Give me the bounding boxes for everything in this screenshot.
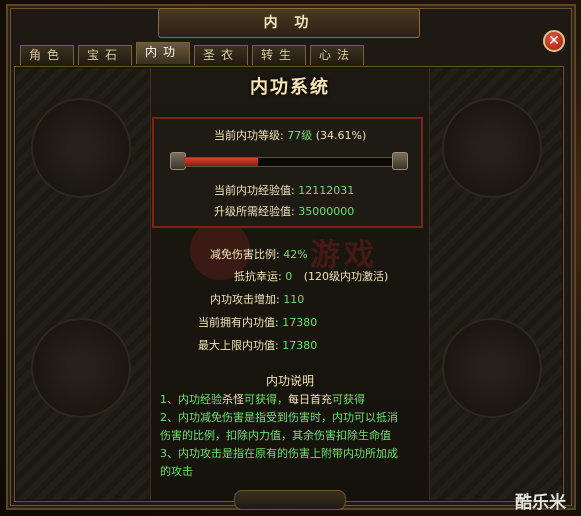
- tab-rebirth[interactable]: 转生: [252, 45, 306, 65]
- bottom-ornament-icon: [234, 490, 346, 510]
- panel-heading: 内功系统: [250, 77, 330, 98]
- level-progress-bar: [170, 150, 408, 172]
- description-line-1: 1、内功经验杀怪可获得，每日首充可获得: [160, 393, 365, 406]
- site-watermark: 酷乐米: [515, 493, 566, 513]
- tab-character[interactable]: 角色: [20, 45, 74, 65]
- max-neigong-row: 最大上限内功值: 17380: [198, 339, 318, 352]
- attack-row: 内功攻击增加: 110: [210, 293, 305, 306]
- level-row: 当前内功等级: 77级 (34.61%): [214, 129, 367, 142]
- ornament-icon: [31, 98, 131, 198]
- ornament-icon: [442, 98, 542, 198]
- description-line-2: 2、内功减免伤害是指受到伤害时，内功可以抵消: [160, 411, 398, 424]
- tab-neigong[interactable]: 内功: [136, 42, 190, 64]
- description-line-4: 3、内功攻击是指在原有的伤害上附带内功所加成: [160, 447, 398, 460]
- reduce-row: 减免伤害比例: 42%: [210, 248, 308, 261]
- tab-bar: 角色 宝石 内功 圣衣 转生 心法: [20, 42, 364, 65]
- current-neigong-row: 当前拥有内功值: 17380: [198, 316, 318, 329]
- decorative-pillar-right: [427, 68, 562, 500]
- progress-track: [184, 157, 396, 167]
- close-icon[interactable]: ✕: [543, 30, 565, 52]
- window-title: 内 功: [158, 8, 420, 38]
- tab-gems[interactable]: 宝石: [78, 45, 132, 65]
- decorative-pillar-left: [16, 68, 151, 500]
- progress-fill: [185, 158, 258, 166]
- description-line-5: 的攻击: [160, 465, 193, 478]
- ornament-icon: [31, 318, 131, 418]
- exp-row: 当前内功经验值: 12112031: [214, 184, 355, 197]
- tab-mind-method[interactable]: 心法: [310, 45, 364, 65]
- tab-holy-armor[interactable]: 圣衣: [194, 45, 248, 65]
- ornament-icon: [442, 318, 542, 418]
- luck-row: 抵抗幸运: 0 (120级内功激活): [234, 270, 389, 283]
- next-exp-row: 升级所需经验值: 35000000: [214, 205, 355, 218]
- description-line-3: 伤害的比例，扣除内力值，其余伤害扣除生命值: [160, 429, 391, 442]
- description-title: 内功说明: [265, 374, 314, 388]
- bar-right-cap-icon: [392, 152, 408, 170]
